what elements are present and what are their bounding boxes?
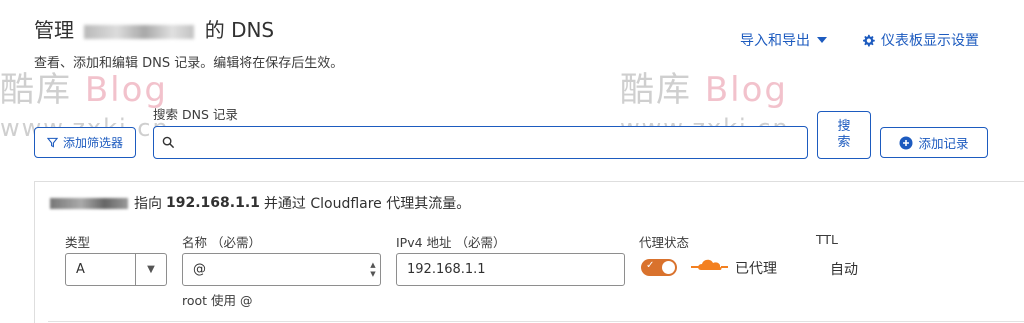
name-field[interactable]: @ ▲ ▼ xyxy=(182,253,381,286)
add-filter-label: 添加筛选器 xyxy=(62,136,123,150)
plus-circle-icon xyxy=(899,136,913,149)
redacted-domain-small xyxy=(50,197,128,209)
search-label: 搜索 DNS 记录 xyxy=(153,107,238,122)
type-label: 类型 xyxy=(65,235,91,250)
ipv4-label: IPv4 地址 （必需） xyxy=(396,235,506,250)
ttl-value: 自动 xyxy=(830,262,858,278)
search-input[interactable] xyxy=(153,126,808,159)
type-select[interactable]: A ▼ xyxy=(65,253,167,286)
panel-border-left xyxy=(34,182,35,323)
add-record-button[interactable]: 添加记录 xyxy=(880,127,988,158)
import-export-button[interactable]: 导入和导出 xyxy=(740,30,828,50)
import-export-label: 导入和导出 xyxy=(740,33,810,49)
proxied-cloud-icon xyxy=(691,259,728,270)
check-icon: ✓ xyxy=(646,260,655,271)
ipv4-field-value: 192.168.1.1 xyxy=(407,262,486,277)
search-button-line2: 索 xyxy=(837,135,851,150)
gear-icon xyxy=(863,34,875,47)
proxy-toggle[interactable]: ✓ xyxy=(641,259,677,276)
type-select-value: A xyxy=(76,262,85,277)
name-hint: root 使用 @ xyxy=(182,293,253,308)
name-field-value: @ xyxy=(193,262,206,277)
ipv4-field[interactable]: 192.168.1.1 xyxy=(396,253,625,286)
add-filter-button[interactable]: 添加筛选器 xyxy=(34,127,136,158)
toggle-knob xyxy=(662,261,675,274)
proxy-status-label: 代理状态 xyxy=(639,235,690,250)
chevron-down-icon: ▼ xyxy=(135,254,166,285)
panel-divider xyxy=(48,321,1024,322)
page-title: 管理 的 DNS xyxy=(34,14,274,43)
page-title-suffix: 的 DNS xyxy=(204,18,275,42)
summary-ip: 192.168.1.1 xyxy=(166,195,260,211)
summary-prefix: 指向 xyxy=(134,196,162,212)
summary-suffix: 并通过 Cloudflare 代理其流量。 xyxy=(263,196,471,212)
dashboard-settings-label: 仪表板显示设置 xyxy=(881,33,979,49)
page-title-prefix: 管理 xyxy=(34,18,74,42)
name-label: 名称 （必需） xyxy=(182,235,261,250)
stepper-icon[interactable]: ▲ ▼ xyxy=(366,254,380,285)
search-button[interactable]: 搜 索 xyxy=(817,111,871,159)
page-subtitle: 查看、添加和编辑 DNS 记录。编辑将在保存后生效。 xyxy=(34,56,344,71)
search-icon xyxy=(162,136,175,149)
dashboard-settings-button[interactable]: 仪表板显示设置 xyxy=(862,30,979,50)
panel-border-top xyxy=(34,181,1024,182)
caret-down-icon xyxy=(817,37,827,43)
add-record-label: 添加记录 xyxy=(918,136,969,151)
ttl-label: TTL xyxy=(816,232,839,247)
watermark-logo-right: 酷库 Blog xyxy=(620,70,788,110)
proxy-status-text: 已代理 xyxy=(735,261,777,277)
search-button-line1: 搜 xyxy=(837,119,851,134)
record-summary: 指向 192.168.1.1 并通过 Cloudflare 代理其流量。 xyxy=(50,193,470,213)
filter-icon xyxy=(46,137,58,148)
redacted-domain xyxy=(84,24,195,39)
